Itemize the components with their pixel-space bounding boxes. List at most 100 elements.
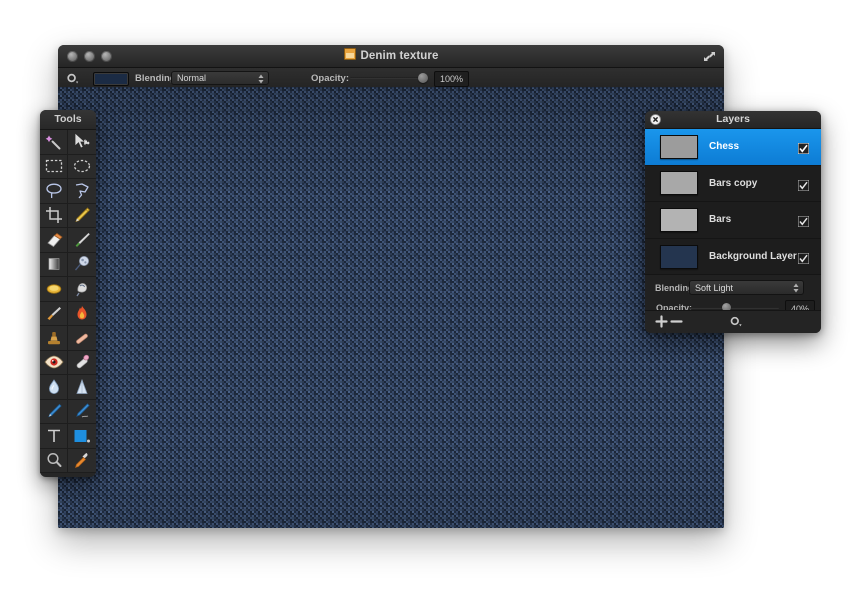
tool-options-bar: Blending: Normal Opacity: 100% [58, 68, 724, 89]
freehand-pen-tool[interactable] [68, 399, 96, 424]
layer-row[interactable]: Bars copy [645, 166, 821, 203]
pencil-tool[interactable] [68, 203, 96, 228]
paint-bucket-icon [46, 283, 61, 294]
plus-icon [655, 315, 668, 328]
layer-blending-row: Blending: Soft Light [645, 280, 821, 296]
layer-blending-select[interactable]: Soft Light [689, 280, 804, 296]
pen-tool[interactable] [40, 399, 68, 424]
stamp-icon [47, 331, 60, 344]
gradient-icon [48, 258, 59, 271]
layers-palette-title-bar: Layers [645, 111, 821, 129]
blur-stick-icon [76, 333, 88, 344]
app-root: Denim texture Blending: Normal Opacity: … [0, 0, 860, 612]
smudge-tool[interactable] [68, 277, 96, 302]
blending-select[interactable]: Normal [171, 71, 269, 85]
expand-arrows-icon[interactable] [702, 49, 717, 64]
layer-thumbnail [660, 244, 698, 269]
layers-palette: Layers Chess Bars copy Bars Background L… [645, 111, 821, 333]
sharpen-cone-icon [76, 378, 88, 394]
layer-visibility-checkbox[interactable] [797, 251, 810, 265]
clone-stamp-icon [75, 256, 89, 271]
eraser-tool[interactable] [40, 228, 68, 253]
paint-bucket-tool[interactable] [40, 277, 68, 302]
arrow-move-icon [74, 131, 90, 149]
elliptical-marquee-tool[interactable] [68, 154, 96, 179]
text-tool[interactable] [40, 424, 68, 449]
magic-wand-tool[interactable] [40, 130, 68, 155]
pen-path-icon [76, 403, 90, 418]
layer-row[interactable]: Background Layer [645, 239, 821, 276]
minus-icon [670, 320, 683, 323]
layer-name: Background Layer [709, 251, 797, 263]
close-x-icon[interactable] [650, 114, 661, 125]
pencil-icon [75, 207, 91, 223]
layer-thumbnail [660, 134, 698, 159]
airbrush-icon [47, 307, 61, 321]
clone-stamp-tool[interactable] [68, 252, 96, 277]
rectangular-marquee-tool[interactable] [40, 154, 68, 179]
page-title: Denim texture [58, 48, 724, 62]
flame-icon [77, 306, 87, 320]
layer-thumbnail [660, 171, 698, 196]
gradient-tool[interactable] [40, 252, 68, 277]
magnifier-icon [46, 453, 61, 468]
denim-texture [58, 87, 724, 528]
eyedropper-icon [74, 453, 88, 469]
layer-blending-value: Soft Light [695, 282, 734, 293]
image-document-icon [343, 48, 356, 60]
layers-list: Chess Bars copy Bars Background Layer [645, 129, 821, 276]
polygonal-lasso-tool[interactable] [68, 179, 96, 204]
blur-tool[interactable] [40, 375, 68, 400]
opacity-slider[interactable] [350, 77, 428, 79]
water-drop-icon [48, 379, 59, 394]
text-t-icon [47, 429, 60, 442]
rectangle-select-icon [45, 160, 62, 173]
image-canvas[interactable] [58, 87, 724, 528]
color-picker-swatch[interactable] [68, 424, 96, 449]
gear-dropdown-icon [730, 316, 742, 327]
layer-visibility-checkbox[interactable] [797, 214, 810, 228]
eyedropper-tool[interactable] [68, 448, 96, 473]
pen-icon [47, 404, 62, 418]
chevron-updown-icon [258, 74, 264, 84]
red-eye-tool[interactable] [40, 350, 68, 375]
burn-tool[interactable] [68, 301, 96, 326]
layers-palette-title: Layers [716, 113, 750, 125]
blending-select-value: Normal [177, 73, 207, 83]
layers-options-gear-button[interactable] [729, 315, 743, 333]
lasso-tool[interactable] [40, 179, 68, 204]
crop-tool[interactable] [40, 203, 68, 228]
options-gear-dropdown[interactable] [66, 68, 79, 88]
layer-row[interactable]: Bars [645, 202, 821, 239]
remove-layer-button[interactable] [670, 315, 683, 333]
blur-stick-tool[interactable] [68, 326, 96, 351]
layer-name: Chess [709, 141, 740, 153]
opacity-slider-knob[interactable] [418, 73, 428, 83]
image-editor-window: Denim texture Blending: Normal Opacity: … [58, 45, 724, 528]
add-layer-button[interactable] [655, 315, 668, 333]
window-title-text: Denim texture [360, 50, 439, 62]
gear-dropdown-icon [66, 72, 79, 84]
tools-palette: Tools [40, 110, 96, 477]
sharpen-tool[interactable] [68, 375, 96, 400]
chevron-updown-icon [793, 283, 799, 293]
rubber-stamp-tool[interactable] [40, 326, 68, 351]
sponge-tool[interactable] [68, 350, 96, 375]
opacity-value[interactable]: 100% [434, 71, 469, 87]
color-swatch-icon [74, 429, 90, 443]
paintbrush-tool[interactable] [68, 228, 96, 253]
layers-footer-toolbar [645, 310, 821, 333]
eraser-icon [46, 232, 63, 247]
smudge-icon [76, 282, 87, 297]
zoom-tool[interactable] [40, 448, 68, 473]
layer-visibility-checkbox[interactable] [797, 141, 810, 155]
lasso-icon [45, 183, 62, 198]
airbrush-tool[interactable] [40, 301, 68, 326]
foreground-color-swatch[interactable] [93, 72, 129, 86]
layer-name: Bars [709, 214, 732, 226]
layer-row[interactable]: Chess [645, 129, 821, 166]
layer-visibility-checkbox[interactable] [797, 178, 810, 192]
move-tool[interactable] [68, 130, 96, 155]
window-title-bar: Denim texture [58, 45, 724, 68]
opacity-label: Opacity: [311, 72, 350, 84]
